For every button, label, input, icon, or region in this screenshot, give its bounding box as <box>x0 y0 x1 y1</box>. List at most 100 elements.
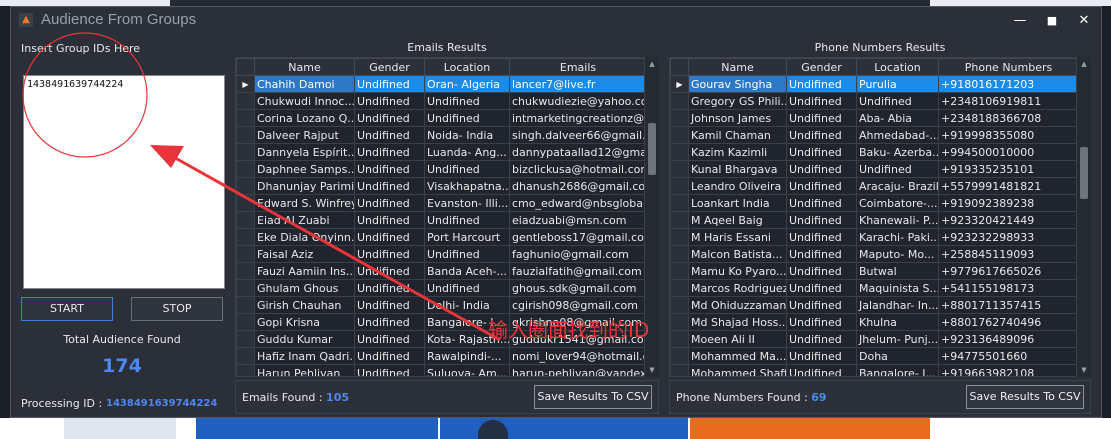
table-row[interactable]: Eke Diala Onyinn... Undifined Port Harcour… <box>236 228 644 246</box>
group-ids-textarea[interactable]: 1438491639744224 <box>23 75 225 289</box>
column-header[interactable]: Emails <box>509 58 644 76</box>
total-audience-count: 174 <box>102 355 142 377</box>
table-cell: Johnson James <box>688 109 787 127</box>
start-button[interactable]: START <box>21 297 113 321</box>
table-row[interactable]: M Haris Essani Undifined Karachi- Paki... +… <box>670 228 1076 246</box>
table-row[interactable]: Edward S. Winfrey Undifined Evanston- Illi… <box>236 194 644 212</box>
table-cell: Dannyela Espírit... <box>254 143 355 161</box>
table-row[interactable]: ▶ Chahih Damoi Undifined Oran- Algeria lance… <box>236 75 644 93</box>
table-cell: Undifined <box>354 262 425 280</box>
column-header[interactable]: Gender <box>354 58 425 76</box>
table-row[interactable]: Corina Lozano Q... Undifined Undifined intm… <box>236 109 644 127</box>
table-cell: Mohammed Ma... <box>688 347 787 365</box>
table-cell: Undifined <box>786 330 857 348</box>
row-indicator <box>670 330 689 348</box>
table-cell: Evanston- Illi... <box>424 194 510 212</box>
minimize-button[interactable]: — <box>1009 12 1031 30</box>
table-row[interactable]: Leandro Oliveira Undifined Aracaju- Brazil… <box>670 177 1076 195</box>
table-cell: +994500010000 <box>938 143 1076 161</box>
table-row[interactable]: M Aqeel Baig Undifined Khanewali- P... +923… <box>670 211 1076 229</box>
background-orange-panel <box>690 418 930 439</box>
table-row[interactable]: Marcos Rodriguez Undifined Maquinista S...… <box>670 279 1076 297</box>
table-row[interactable]: Mohammed Ma... Undifined Doha +94775501660 <box>670 347 1076 365</box>
table-row[interactable]: ▶ Gourav Singha Undifined Purulia +918016171… <box>670 75 1076 93</box>
close-button[interactable]: ✕ <box>1073 12 1095 30</box>
table-cell: Marcos Rodriguez <box>688 279 787 297</box>
total-audience-label: Total Audience Found <box>63 333 181 346</box>
table-cell: Kamil Chaman <box>688 126 787 144</box>
phones-scrollbar[interactable]: ▲ ▼ <box>1077 57 1091 377</box>
stop-button[interactable]: STOP <box>131 297 223 321</box>
table-row[interactable]: Kazim Kazimli Undifined Baku- Azerba... +99… <box>670 143 1076 161</box>
column-header[interactable]: Name <box>254 58 355 76</box>
app-logo-icon: ▲ <box>19 13 33 27</box>
emails-footer: Emails Found : 105 Save Results To CSV <box>235 380 659 414</box>
emails-panel: Emails Results Name Gender Location Emails … <box>235 35 659 417</box>
table-cell: Undifined <box>786 296 857 314</box>
phones-found-label: Phone Numbers Found : <box>676 391 808 404</box>
table-row[interactable]: Dannyela Espírit... Undifined Luanda- Ang.… <box>236 143 644 161</box>
save-phones-csv-button[interactable]: Save Results To CSV <box>966 385 1084 409</box>
table-row[interactable]: Md Ohiduzzaman Undifined Jalandhar- In... +… <box>670 296 1076 314</box>
table-cell: eiadzuabi@msn.com <box>509 211 644 229</box>
table-row[interactable]: Dalveer Rajput Undifined Noida- India singh… <box>236 126 644 144</box>
table-row[interactable]: Mamu Ko Pyaro... Undifined Butwal +97796176… <box>670 262 1076 280</box>
table-cell: +8801762740496 <box>938 313 1076 331</box>
table-row[interactable]: Eiad Al Zuabi Undifined Undifined eiadzuabi… <box>236 211 644 229</box>
row-indicator <box>670 313 689 331</box>
table-row[interactable]: Loankart India Undifined Coimbatore-... +91… <box>670 194 1076 212</box>
row-indicator <box>670 228 689 246</box>
row-indicator <box>670 262 689 280</box>
column-header[interactable]: Phone Numbers <box>938 58 1076 76</box>
table-row[interactable]: Hafiz Inam Qadri... Undifined Rawalpindi-.… <box>236 347 644 365</box>
table-cell: Leandro Oliveira <box>688 177 787 195</box>
table-row[interactable]: Harun Pehlivan Undifined Suluova- Am... har… <box>236 364 644 376</box>
phones-found-text: Phone Numbers Found : 69 <box>676 391 827 404</box>
table-row[interactable]: Daphnee Samps... Undifined Undifined bizcli… <box>236 160 644 178</box>
table-row[interactable]: Kunal Bhargava Undifined Undifined +9193352… <box>670 160 1076 178</box>
table-cell: Undifined <box>424 245 510 263</box>
table-row[interactable]: Malcon Batista... Undifined Maputo- Mo... +… <box>670 245 1076 263</box>
scroll-down-icon[interactable]: ▼ <box>1077 363 1091 377</box>
table-row[interactable]: Ghulam Ghous Undifined Undifined ghous.sdk@… <box>236 279 644 297</box>
table-cell: Maputo- Mo... <box>856 245 939 263</box>
table-row[interactable]: Girish Chauhan Undifined Delhi- India cgiri… <box>236 296 644 314</box>
table-row[interactable]: Johnson James Undifined Aba- Abia +23481883… <box>670 109 1076 127</box>
save-emails-csv-button[interactable]: Save Results To CSV <box>534 385 652 409</box>
table-cell: Undifined <box>786 262 857 280</box>
table-cell: Rawalpindi-... <box>424 347 510 365</box>
column-header[interactable]: Name <box>688 58 787 76</box>
table-row[interactable]: Dhanunjay Parimi Undifined Visakhapatna...… <box>236 177 644 195</box>
row-indicator <box>670 143 689 161</box>
table-row[interactable]: Mohammed Shaffi Undifined Bangalore- I... +… <box>670 364 1076 376</box>
table-row[interactable]: Faisal Aziz Undifined Undifined faghunio@gm… <box>236 245 644 263</box>
table-row[interactable]: Gregory GS Phili... Undifined Undifined +23… <box>670 92 1076 110</box>
scroll-up-icon[interactable]: ▲ <box>1077 57 1091 71</box>
scroll-down-icon[interactable]: ▼ <box>645 363 659 377</box>
row-indicator-header <box>670 58 689 76</box>
table-cell: Undifined <box>424 279 510 297</box>
column-header[interactable]: Location <box>424 58 510 76</box>
phones-scroll-thumb[interactable] <box>1080 147 1088 199</box>
emails-scroll-thumb[interactable] <box>648 123 656 175</box>
table-row[interactable]: Chukwudi Innoc... Undifined Undifined chukw… <box>236 92 644 110</box>
table-row[interactable]: Md Shajad Hoss... Undifined Khulna +8801762… <box>670 313 1076 331</box>
table-cell: Hafiz Inam Qadri... <box>254 347 355 365</box>
column-header[interactable]: Location <box>856 58 939 76</box>
table-cell: Loankart India <box>688 194 787 212</box>
table-row[interactable]: Moeen Ali II Undifined Jhelum- Punj... +923… <box>670 330 1076 348</box>
table-cell: Aracaju- Brazil <box>856 177 939 195</box>
table-cell: Undifined <box>354 126 425 144</box>
table-cell: Chahih Damoi <box>254 75 355 93</box>
scroll-up-icon[interactable]: ▲ <box>645 57 659 71</box>
maximize-button[interactable]: ■ <box>1041 12 1063 30</box>
phones-grid[interactable]: Name Gender Location Phone Numbers ▶ Gourav … <box>669 57 1077 377</box>
table-cell: dhanush2686@gmail.com <box>509 177 644 195</box>
title-bar[interactable]: ▲ Audience From Groups — ■ ✕ <box>11 7 1101 35</box>
column-header[interactable]: Gender <box>786 58 857 76</box>
row-indicator <box>670 194 689 212</box>
table-row[interactable]: Fauzi Aamiin Ins... Undifined Banda Aceh-.… <box>236 262 644 280</box>
table-row[interactable]: Kamil Chaman Undifined Ahmedabad-... +91999… <box>670 126 1076 144</box>
current-row-arrow-icon: ▶ <box>670 75 689 93</box>
phones-panel: Phone Numbers Results Name Gender Location… <box>669 35 1091 417</box>
